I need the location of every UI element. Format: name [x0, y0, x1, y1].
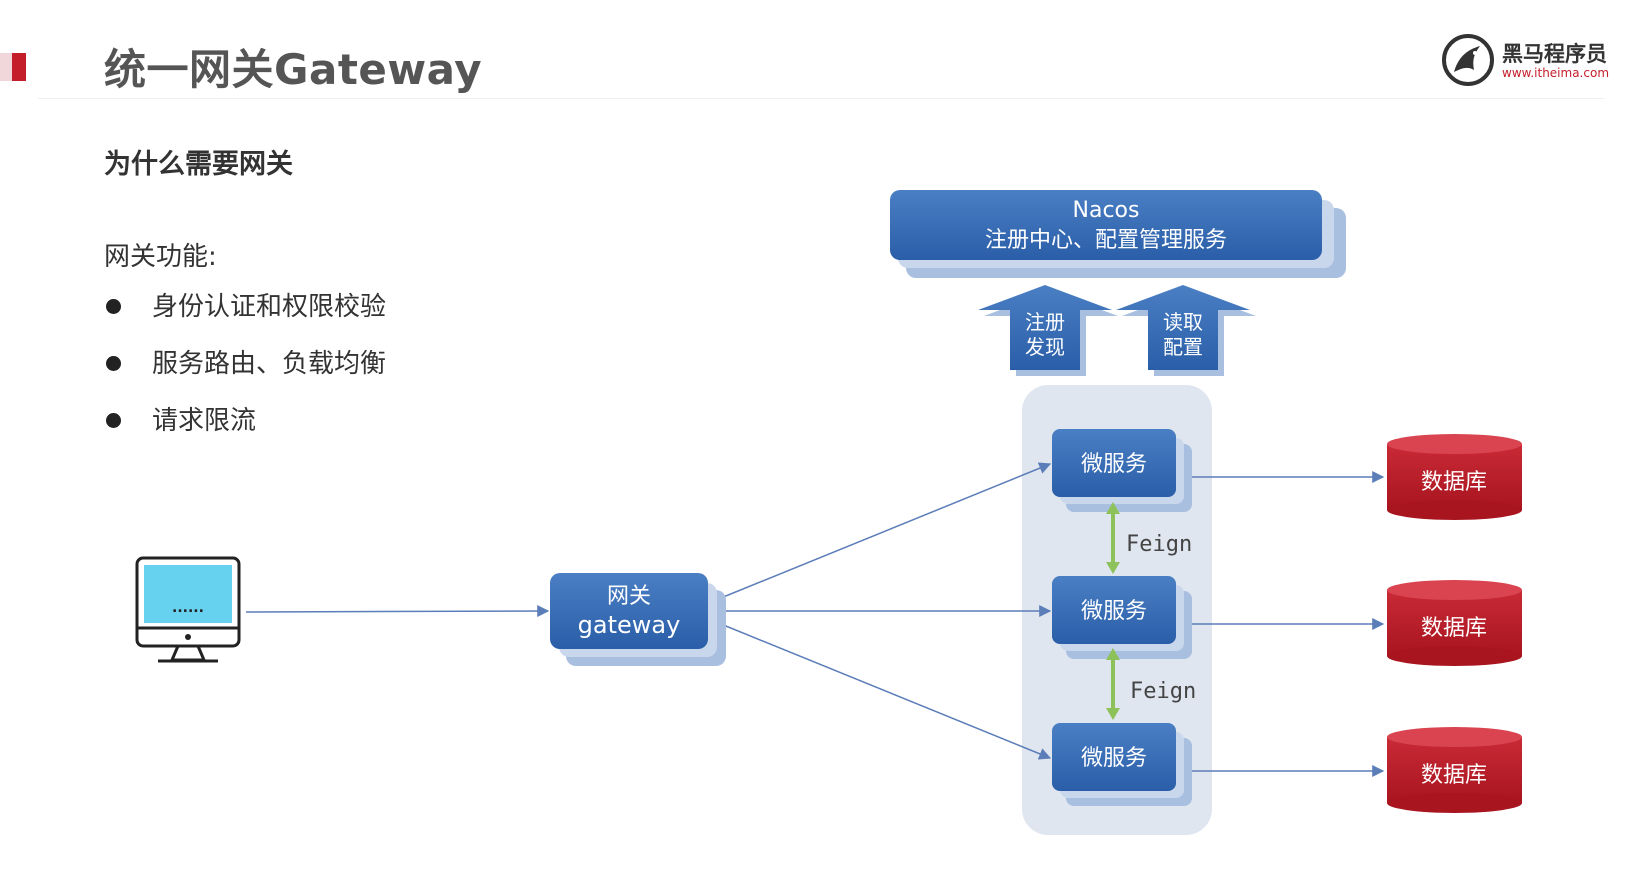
gateway-label-en: gateway [578, 611, 681, 639]
microservice-label: 微服务 [1081, 452, 1147, 477]
connector-lines [245, 462, 1385, 777]
nacos-box: Nacos 注册中心、配置管理服务 [890, 190, 1346, 278]
gateway-box: 网关 gateway [550, 573, 726, 666]
database-icon: 数据库 [1387, 727, 1522, 813]
gateway-to-service1-line [715, 462, 1052, 601]
microservice-label: 微服务 [1081, 746, 1147, 771]
architecture-diagram: Nacos 注册中心、配置管理服务 注册 发现 读取 配置 ...... 网关 … [135, 190, 1522, 835]
client-to-gateway-line [245, 605, 550, 618]
database-icon: 数据库 [1387, 580, 1522, 666]
arrow-label-config: 配置 [1163, 335, 1203, 359]
gateway-to-service3-line [715, 621, 1052, 760]
arrow-label-discovery: 发现 [1025, 335, 1065, 359]
nacos-subtitle: 注册中心、配置管理服务 [985, 228, 1227, 253]
feign-label: Feign [1130, 679, 1196, 704]
client-computer-icon: ...... [135, 556, 241, 663]
arrow-label-register: 注册 [1025, 310, 1065, 334]
database-label: 数据库 [1421, 763, 1487, 788]
read-config-arrow: 读取 配置 [1116, 285, 1256, 376]
database-icon: 数据库 [1387, 434, 1522, 520]
database-label: 数据库 [1421, 616, 1487, 641]
screen-dots: ...... [172, 600, 204, 616]
arrow-label-read: 读取 [1163, 310, 1203, 334]
feign-label: Feign [1126, 532, 1192, 557]
register-discovery-arrow: 注册 发现 [978, 285, 1118, 376]
microservice-box: 微服务 [1052, 723, 1192, 806]
microservice-box: 微服务 [1052, 429, 1192, 512]
microservice-box: 微服务 [1052, 576, 1192, 659]
microservice-label: 微服务 [1081, 599, 1147, 624]
nacos-title: Nacos [1073, 198, 1140, 223]
gateway-label-cn: 网关 [607, 584, 651, 609]
database-label: 数据库 [1421, 470, 1487, 495]
